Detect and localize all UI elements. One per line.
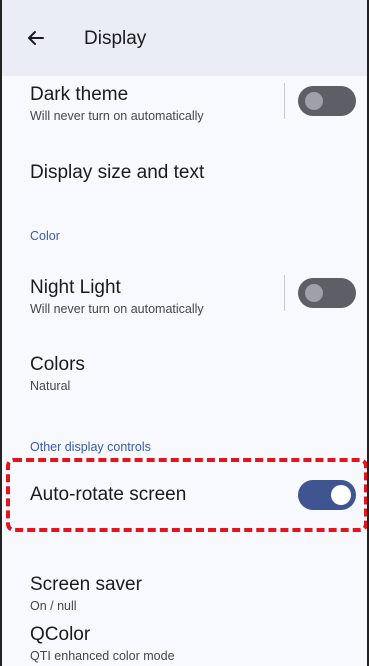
qcolor-subtitle: QTI enhanced color mode: [30, 649, 175, 663]
dark-theme-toggle[interactable]: [298, 86, 356, 116]
display-size-title: Display size and text: [30, 162, 205, 183]
night-light-toggle[interactable]: [298, 278, 356, 308]
highlight-box: [6, 458, 368, 532]
qcolor-row[interactable]: QColor QTI enhanced color mode: [30, 624, 175, 664]
page-title: Display: [84, 28, 147, 49]
colors-subtitle: Natural: [30, 379, 71, 393]
night-light-divider: [284, 275, 285, 311]
dark-theme-title: Dark theme: [30, 84, 129, 105]
section-header-color: Color: [30, 229, 60, 243]
toggle-knob: [305, 92, 323, 110]
dark-theme-divider: [284, 83, 285, 119]
night-light-subtitle: Will never turn on automatically: [30, 302, 204, 316]
screen-saver-subtitle: On / null: [30, 599, 77, 613]
night-light-title: Night Light: [30, 277, 121, 298]
screen-saver-row[interactable]: Screen saver On / null: [30, 574, 142, 614]
colors-title: Colors: [30, 354, 85, 375]
colors-row[interactable]: Colors Natural: [30, 354, 85, 394]
display-size-row[interactable]: Display size and text: [30, 162, 204, 184]
dark-theme-row[interactable]: Dark theme Will never turn on automatica…: [30, 84, 204, 124]
top-app-bar: Display: [0, 0, 369, 76]
screen-saver-title: Screen saver: [30, 574, 142, 595]
night-light-row[interactable]: Night Light Will never turn on automatic…: [30, 277, 204, 317]
back-button[interactable]: [22, 24, 50, 52]
section-header-other: Other display controls: [30, 440, 151, 454]
toggle-knob: [305, 284, 323, 302]
qcolor-title: QColor: [30, 624, 91, 645]
arrow-left-icon: [28, 31, 44, 45]
dark-theme-subtitle: Will never turn on automatically: [30, 109, 204, 123]
